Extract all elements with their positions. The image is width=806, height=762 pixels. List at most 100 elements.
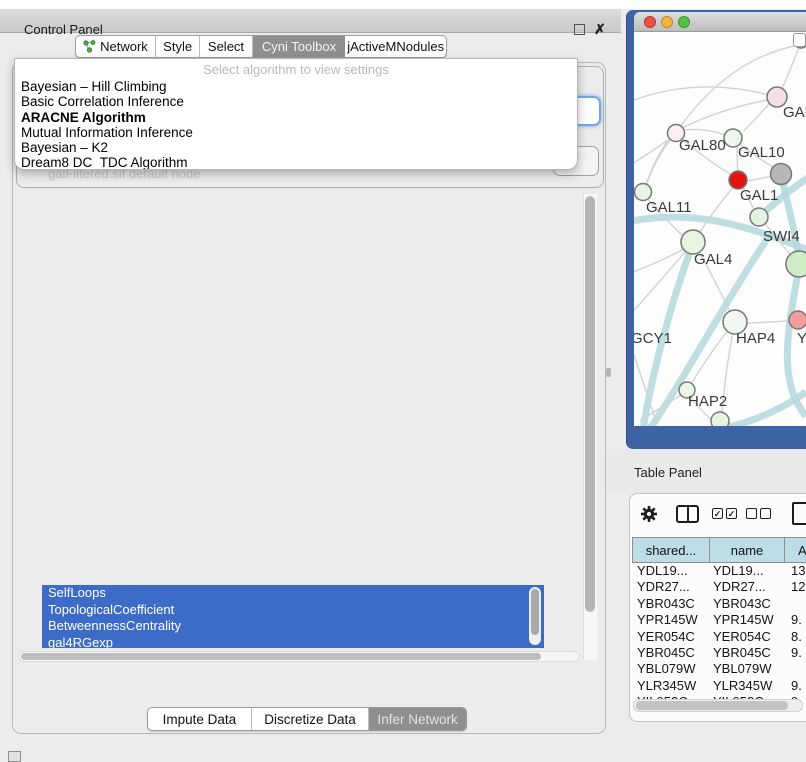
network-node[interactable] — [771, 164, 792, 185]
data-attribute-item[interactable]: SelfLoops — [42, 585, 544, 602]
table-row[interactable]: YBL079WYBL079W — [632, 661, 806, 677]
table-header: shared... name A — [632, 537, 806, 563]
network-edge — [697, 184, 736, 237]
table-row[interactable]: YDL19...YDL19...13 — [632, 563, 806, 579]
network-node-label: Y — [797, 330, 806, 347]
unchecked-box-icon[interactable] — [746, 508, 757, 519]
table-cell: YLR345W — [709, 678, 784, 694]
table-row[interactable]: YBR043CYBR043C — [632, 596, 806, 612]
table-cell: YDL19... — [632, 563, 709, 579]
table-row[interactable]: YLR345WYLR345W9. — [632, 678, 806, 694]
table-row[interactable]: YPR145WYPR145W9. — [632, 612, 806, 628]
network-node[interactable] — [786, 251, 806, 277]
network-node[interactable] — [711, 412, 729, 426]
zoom-traffic-light-icon[interactable] — [678, 16, 690, 28]
algorithm-option[interactable]: Bayesian – Hill Climbing — [15, 79, 577, 94]
table-cell: YPR145W — [632, 612, 709, 628]
algorithm-option[interactable]: ARACNE Algorithm — [15, 110, 577, 125]
network-canvas-svg[interactable]: GALGAL80GAL10GAL1GAL11SWI4GAL4GCY1HAP4YH… — [634, 32, 806, 426]
network-node[interactable] — [789, 311, 806, 329]
column-header-shared-name[interactable]: shared... — [633, 538, 710, 562]
table-cell: YDR27... — [709, 579, 784, 595]
network-node-label: GAL1 — [740, 187, 778, 204]
canvas-scrollbar-fragment[interactable] — [793, 33, 806, 47]
table-cell: YLR345W — [632, 678, 709, 694]
network-node-label: SWI4 — [763, 228, 800, 245]
table-cell: YBR045C — [632, 645, 709, 661]
data-attribute-item[interactable]: gal4RGexp — [42, 635, 544, 649]
table-row[interactable]: YBR045CYBR045C9. — [632, 645, 806, 661]
tab-network-label: Network — [100, 39, 148, 54]
settings-horizontal-scrollbar-thumb[interactable] — [21, 653, 541, 660]
table-cell: 9. — [784, 678, 802, 694]
network-edge — [680, 45, 799, 127]
algorithm-option[interactable]: Dream8 DC_TDC Algorithm — [15, 155, 577, 170]
table-panel-title: Table Panel — [634, 465, 702, 480]
table-cell: YBR045C — [709, 645, 784, 661]
table-cell: YBL079W — [709, 661, 784, 677]
network-node-label: GAL — [783, 104, 806, 121]
network-node-label: GAL4 — [694, 251, 732, 268]
network-node-label: GAL80 — [679, 137, 726, 154]
algorithm-option[interactable]: Mutual Information Inference — [15, 125, 577, 140]
minimize-traffic-light-icon[interactable] — [661, 16, 673, 28]
network-node[interactable] — [635, 184, 652, 201]
settings-vertical-scrollbar-thumb[interactable] — [585, 196, 595, 612]
tab-infer-network[interactable]: Infer Network — [369, 708, 466, 730]
data-attributes-list: SelfLoopsTopologicalCoefficientBetweenne… — [42, 585, 544, 648]
column-header-name[interactable]: name — [710, 538, 785, 562]
table-row[interactable]: YDR27...YDR27...12 — [632, 579, 806, 595]
top-strip — [0, 0, 806, 9]
gear-icon[interactable] — [640, 505, 658, 523]
data-attribute-item[interactable]: TopologicalCoefficient — [42, 602, 544, 619]
attributes-scrollbar-thumb[interactable] — [531, 589, 539, 635]
table-cell: YDL19... — [709, 563, 784, 579]
network-window-titlebar[interactable] — [634, 12, 806, 32]
checked-box-icon[interactable]: ✓ — [726, 508, 737, 519]
algorithm-dropdown-placeholder: Select algorithm to view settings — [15, 61, 577, 79]
tab-network[interactable]: Network — [76, 36, 156, 57]
network-icon — [83, 40, 96, 53]
table-cell — [784, 596, 791, 612]
split-columns-icon[interactable] — [676, 505, 699, 523]
top-tabbar: Network Style Select Cyni Toolbox jActiv… — [75, 35, 447, 58]
unchecked-box-icon[interactable] — [760, 508, 771, 519]
bottom-left-icon[interactable] — [8, 751, 21, 762]
checked-box-icon[interactable]: ✓ — [712, 508, 723, 519]
algorithm-option[interactable]: Bayesian – K2 — [15, 140, 577, 155]
panel-divider-handle[interactable] — [606, 368, 611, 377]
float-window-icon[interactable] — [574, 24, 585, 35]
table-cell: YBL079W — [632, 661, 709, 677]
table-cell: YBR043C — [709, 596, 784, 612]
bottom-tabbar: Impute Data Discretize Data Infer Networ… — [147, 707, 467, 731]
algorithm-dropdown-list: Bayesian – Hill ClimbingBasic Correlatio… — [15, 79, 577, 170]
document-icon[interactable] — [792, 502, 806, 525]
table-cell — [784, 661, 791, 677]
close-icon[interactable]: ✗ — [594, 21, 606, 38]
data-attribute-item[interactable]: BetweennessCentrality — [42, 618, 544, 635]
table-cell: 9. — [784, 612, 802, 628]
table-cell: YDR27... — [632, 579, 709, 595]
algorithm-option[interactable]: Basic Correlation Inference — [15, 94, 577, 109]
tab-cyni-toolbox[interactable]: Cyni Toolbox — [253, 36, 346, 57]
table-cell: YER054C — [632, 629, 709, 645]
tab-impute-data[interactable]: Impute Data — [148, 708, 252, 730]
tab-jactivemnodules[interactable]: jActiveMNodules — [345, 36, 446, 57]
table-cell: YBR043C — [632, 596, 709, 612]
close-traffic-light-icon[interactable] — [644, 16, 656, 28]
tab-style[interactable]: Style — [156, 36, 200, 57]
table-horizontal-scrollbar-thumb[interactable] — [636, 701, 788, 710]
network-node[interactable] — [750, 208, 768, 226]
network-node-label: GAL10 — [738, 144, 785, 161]
network-node-label: GAL11 — [646, 199, 692, 216]
tab-select[interactable]: Select — [200, 36, 252, 57]
column-header-partial[interactable]: A — [785, 538, 806, 562]
network-node-label: HAP4 — [736, 330, 775, 347]
tab-discretize-data[interactable]: Discretize Data — [252, 708, 370, 730]
table-cell: 12 — [784, 579, 805, 595]
table-cell: YER054C — [709, 629, 784, 645]
table-cell: 8. — [784, 629, 802, 645]
table-row[interactable]: YER054CYER054C8. — [632, 629, 806, 645]
table-cell: 9. — [784, 645, 802, 661]
network-edge — [678, 129, 731, 137]
